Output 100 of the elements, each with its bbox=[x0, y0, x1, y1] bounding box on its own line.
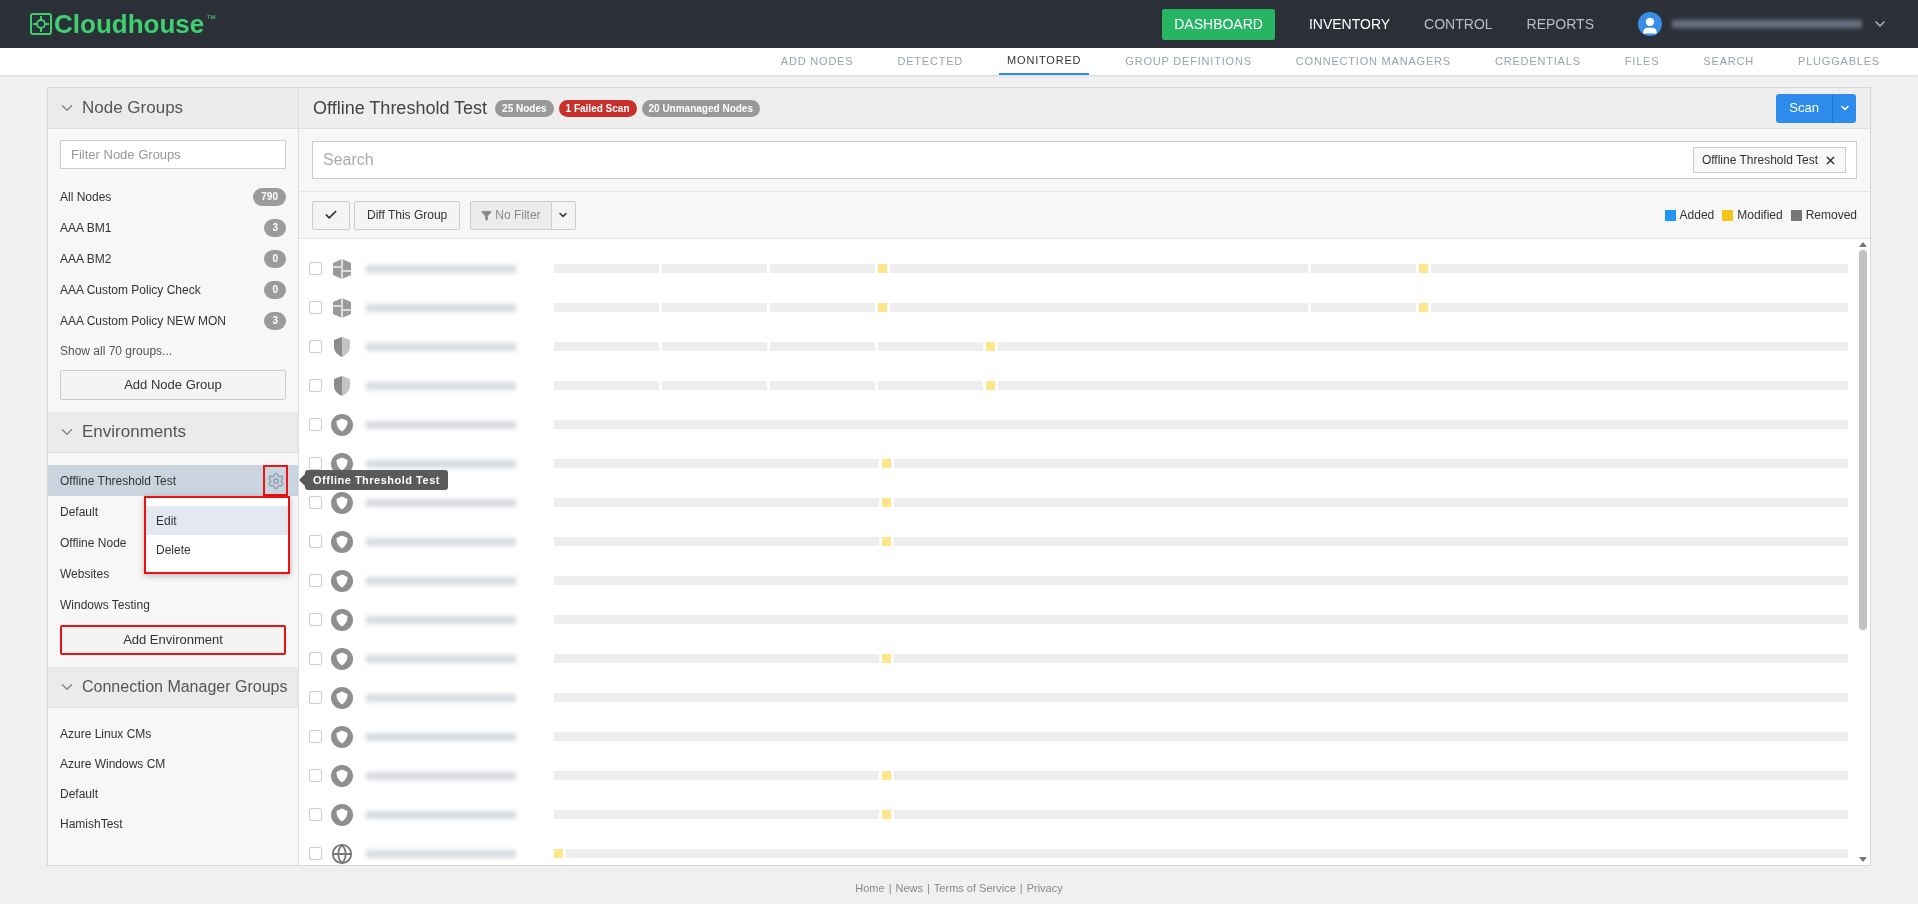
legend-label: Modified bbox=[1737, 207, 1783, 224]
node-group-item[interactable]: AAA BM2 0 bbox=[60, 243, 286, 274]
add-node-group-button[interactable]: Add Node Group bbox=[60, 370, 286, 400]
count-badge: 790 bbox=[253, 187, 286, 206]
legend-label: Removed bbox=[1805, 207, 1857, 224]
modified-marker bbox=[882, 771, 891, 780]
shield-badge-icon bbox=[331, 647, 353, 670]
filter-field[interactable]: Filter Node Groups bbox=[60, 140, 286, 169]
modified-marker bbox=[878, 264, 887, 273]
gear-button[interactable] bbox=[263, 465, 288, 496]
count-badge: 3 bbox=[264, 311, 286, 330]
section-title: Connection Manager Groups bbox=[82, 677, 288, 697]
modified-marker bbox=[882, 498, 891, 507]
count-badge: 3 bbox=[264, 218, 286, 237]
cm-group-item[interactable]: HamishTest bbox=[60, 809, 286, 839]
trademark: ™ bbox=[206, 12, 217, 26]
nav-link[interactable]: INVENTORY bbox=[1308, 13, 1391, 35]
search-tag[interactable]: Offline Threshold Test bbox=[1692, 147, 1846, 173]
group-name: AAA BM2 bbox=[60, 250, 112, 268]
search-field[interactable]: Search Offline Threshold Test bbox=[312, 141, 1857, 179]
row-checkbox[interactable] bbox=[309, 730, 322, 743]
shield-badge-icon bbox=[331, 686, 353, 709]
filter-icon bbox=[481, 209, 493, 221]
menu-item[interactable]: Delete bbox=[146, 535, 288, 564]
row-checkbox[interactable] bbox=[309, 340, 322, 353]
count-badge: 0 bbox=[264, 249, 286, 268]
environment-item[interactable]: Offline Threshold Test bbox=[48, 465, 298, 496]
node-group-item[interactable]: AAA BM1 3 bbox=[60, 212, 286, 243]
cm-group-item[interactable]: Azure Linux CMs bbox=[60, 719, 286, 749]
menu-item[interactable]: Edit bbox=[146, 506, 288, 535]
modified-marker bbox=[1418, 264, 1428, 273]
row-checkbox[interactable] bbox=[309, 457, 322, 470]
group-name: AAA BM1 bbox=[60, 219, 112, 237]
select-all-button[interactable] bbox=[312, 200, 350, 230]
group-name: AAA Custom Policy Check bbox=[60, 281, 201, 299]
cm-group-item[interactable]: Azure Windows CM bbox=[60, 749, 286, 779]
settings-icon bbox=[266, 471, 285, 490]
section-title: Node Groups bbox=[82, 97, 184, 120]
row-checkbox[interactable] bbox=[309, 262, 322, 275]
row-checkbox[interactable] bbox=[309, 691, 322, 704]
check-icon bbox=[324, 208, 338, 222]
shield-badge-icon bbox=[331, 803, 353, 826]
nav-link[interactable]: CONTROL bbox=[1424, 13, 1493, 35]
globe-icon bbox=[331, 842, 353, 865]
avatar[interactable] bbox=[1638, 12, 1662, 36]
node-group-item[interactable]: All Nodes 790 bbox=[60, 181, 286, 212]
environment-item[interactable]: Windows Testing bbox=[48, 589, 298, 620]
modified-marker bbox=[882, 537, 891, 546]
group-title: Offline Threshold Test bbox=[313, 96, 488, 120]
logo-text: Cloudhouse bbox=[54, 11, 205, 37]
node-group-item[interactable]: AAA Custom Policy NEW MON 3 bbox=[60, 305, 286, 336]
diff-button[interactable]: Diff This Group bbox=[354, 200, 461, 230]
modified-marker bbox=[1418, 303, 1428, 312]
footer-separator: | bbox=[888, 881, 892, 896]
show-all-link[interactable]: Show all 70 groups... bbox=[60, 336, 286, 366]
row-checkbox[interactable] bbox=[309, 652, 322, 665]
status-badge: 1 Failed Scan bbox=[558, 99, 637, 117]
section-title: Environments bbox=[82, 421, 186, 444]
row-checkbox[interactable] bbox=[309, 769, 322, 782]
shield-badge-icon bbox=[331, 608, 353, 631]
shield-badge-icon bbox=[331, 764, 353, 787]
row-checkbox[interactable] bbox=[309, 574, 322, 587]
add-environment-button[interactable]: Add Environment bbox=[60, 625, 286, 655]
shield-badge-icon bbox=[331, 413, 353, 436]
shield-icon bbox=[331, 335, 353, 358]
modified-marker bbox=[986, 381, 995, 390]
row-checkbox[interactable] bbox=[309, 808, 322, 821]
modified-marker bbox=[882, 810, 891, 819]
legend-label: Added bbox=[1679, 207, 1715, 224]
shield-badge-icon bbox=[331, 530, 353, 553]
shield-icon bbox=[331, 374, 353, 397]
row-checkbox[interactable] bbox=[309, 613, 322, 626]
modified-marker bbox=[882, 459, 891, 468]
cm-group-item[interactable]: Default bbox=[60, 779, 286, 809]
shield-badge-icon bbox=[331, 725, 353, 748]
footer-separator: | bbox=[1019, 881, 1023, 896]
modified-marker bbox=[986, 342, 995, 351]
cube-icon bbox=[331, 257, 353, 280]
row-checkbox[interactable] bbox=[309, 847, 322, 860]
group-name: AAA Custom Policy NEW MON bbox=[60, 312, 227, 330]
group-name: All Nodes bbox=[60, 188, 112, 206]
tooltip: Offline Threshold Test bbox=[299, 470, 448, 490]
nav-link[interactable]: REPORTS bbox=[1526, 13, 1594, 35]
shield-badge-icon bbox=[331, 491, 353, 514]
count-badge: 0 bbox=[264, 280, 286, 299]
modified-marker bbox=[878, 303, 887, 312]
shield-badge-icon bbox=[331, 569, 353, 592]
status-badge: 25 Nodes bbox=[495, 99, 554, 117]
node-group-item[interactable]: AAA Custom Policy Check 0 bbox=[60, 274, 286, 305]
cube-icon bbox=[331, 296, 353, 319]
logo-icon bbox=[30, 13, 52, 35]
sub-nav-tab[interactable]: MONITORED bbox=[999, 48, 1090, 75]
modified-marker bbox=[554, 849, 563, 858]
row-checkbox[interactable] bbox=[309, 496, 322, 509]
row-checkbox[interactable] bbox=[309, 418, 322, 431]
caret-button[interactable] bbox=[551, 200, 576, 230]
row-checkbox[interactable] bbox=[309, 535, 322, 548]
row-checkbox[interactable] bbox=[309, 301, 322, 314]
status-badge: 20 Unmanaged Nodes bbox=[641, 99, 760, 117]
row-checkbox[interactable] bbox=[309, 379, 322, 392]
